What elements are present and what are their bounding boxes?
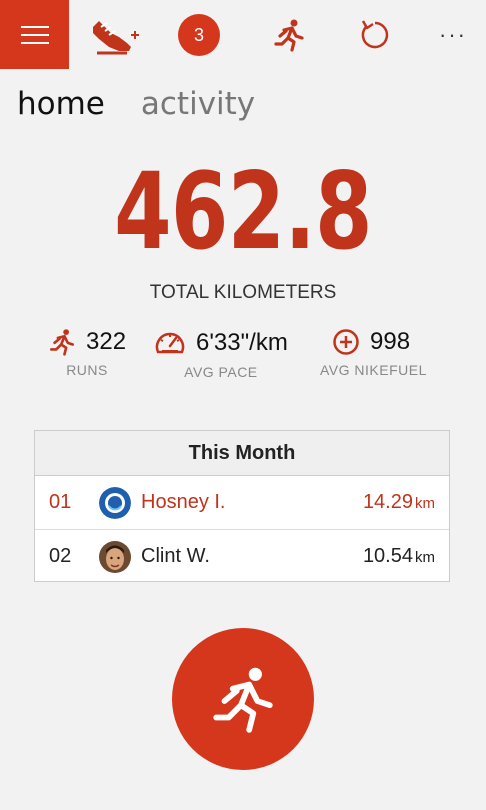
runner-icon <box>49 329 75 356</box>
notifications-button[interactable]: 3 <box>172 8 226 62</box>
avg-nikefuel-label: AVG NIKEFUEL <box>320 362 427 378</box>
speedometer-icon <box>155 332 185 354</box>
avg-pace-value: 6'33"/km <box>196 329 288 356</box>
distance-unit: km <box>415 549 435 566</box>
avatar <box>99 486 131 519</box>
plus-circle-icon <box>333 329 359 355</box>
total-kilometers-value: 462.8 <box>114 150 372 273</box>
refresh-icon <box>361 20 389 49</box>
more-options-button[interactable]: ··· <box>426 8 480 62</box>
stat-avg-nikefuel: 998 AVG NIKEFUEL <box>320 328 427 378</box>
stat-runs: 322 RUNS <box>48 328 126 378</box>
distance-value: 14.29 <box>362 491 413 513</box>
runs-value: 322 <box>86 328 127 355</box>
hamburger-icon <box>20 25 49 44</box>
rank: 01 <box>49 491 72 513</box>
pivot-tabs: home activity <box>17 86 255 122</box>
avatar <box>99 540 131 573</box>
hamburger-menu-button[interactable] <box>0 0 69 69</box>
avg-pace-label: AVG PACE <box>184 364 258 380</box>
start-run-top-button[interactable] <box>262 8 316 62</box>
leaderboard-title: This Month <box>35 431 449 476</box>
stat-avg-pace: 6'33"/km AVG PACE <box>154 328 288 380</box>
more-icon: ··· <box>439 22 467 47</box>
start-run-button[interactable] <box>172 628 314 770</box>
notification-count-badge: 3 <box>178 14 220 56</box>
distance-unit: km <box>415 495 435 512</box>
distance-value: 10.54 <box>362 545 413 567</box>
runner-name: Clint W. <box>141 545 210 567</box>
runner-name: Hosney I. <box>141 491 226 513</box>
runs-label: RUNS <box>66 362 108 378</box>
sync-button[interactable] <box>348 8 402 62</box>
runner-icon <box>213 667 273 733</box>
avg-nikefuel-value: 998 <box>370 328 411 355</box>
leaderboard-row[interactable]: 01 Hosney I. 14.29 km <box>35 476 449 530</box>
add-shoe-button[interactable] <box>88 8 142 62</box>
tab-activity[interactable]: activity <box>141 86 255 122</box>
rank: 02 <box>49 545 72 567</box>
stats-row: 322 RUNS 6'33"/km AVG PACE 998 AVG NIKEF… <box>0 328 486 388</box>
tab-home[interactable]: home <box>17 86 105 122</box>
leaderboard-card[interactable]: This Month 01 Hosney I. 14.29 km 02 Clin… <box>34 430 450 582</box>
leaderboard-row[interactable]: 02 Clint W. 10.54 km <box>35 530 449 583</box>
total-kilometers-label: TOTAL KILOMETERS <box>149 282 337 303</box>
top-app-bar: 3 ··· <box>0 0 486 70</box>
distance: 14.29 km <box>363 491 449 514</box>
distance: 10.54 km <box>363 545 449 568</box>
runner-icon <box>274 19 304 52</box>
shoe-add-icon <box>93 21 139 55</box>
